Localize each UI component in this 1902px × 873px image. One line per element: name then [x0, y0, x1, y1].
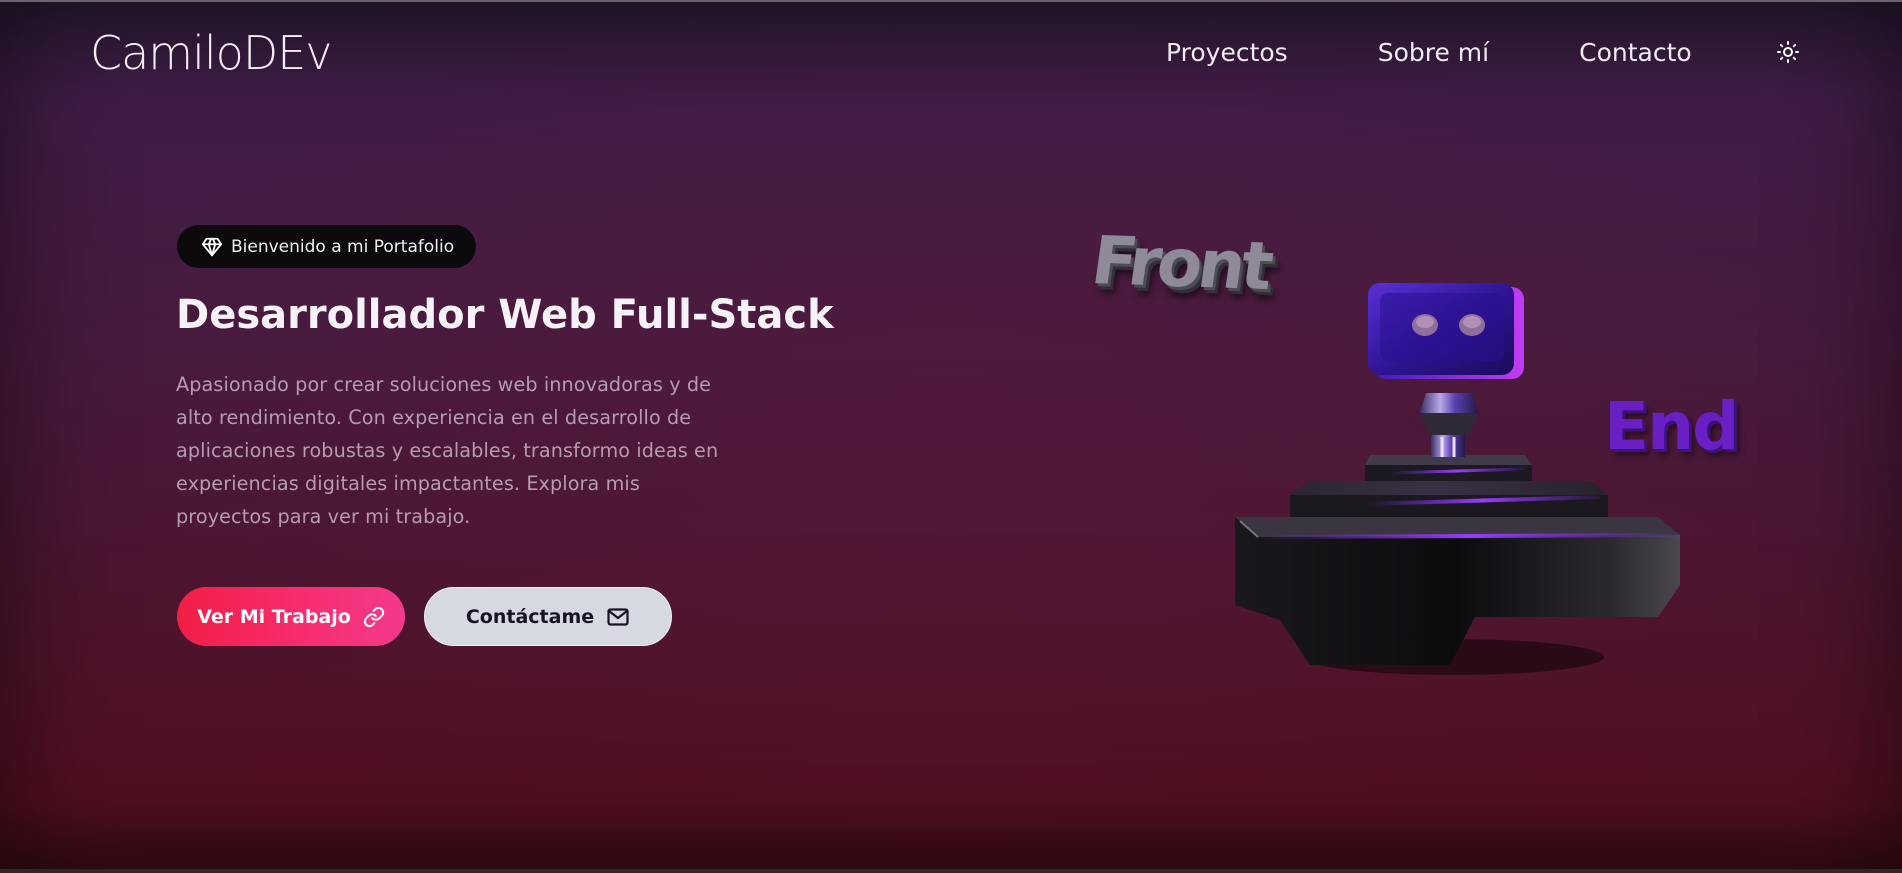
site-logo[interactable]: CamiloDEv: [90, 26, 333, 80]
main-nav: Proyectos Sobre mí Contacto: [1166, 38, 1692, 67]
window-bottom-border: [0, 869, 1902, 873]
page: CamiloDEv Proyectos Sobre mí Contacto Bi…: [0, 0, 1902, 873]
sun-icon: [1777, 41, 1799, 63]
link-icon: [363, 606, 384, 627]
view-work-button-label: Ver Mi Trabajo: [197, 605, 351, 628]
window-top-border: [0, 0, 1902, 2]
theme-toggle-button[interactable]: [1775, 39, 1801, 65]
hero-description: Apasionado por crear soluciones web inno…: [176, 373, 719, 528]
robot-joystick-illustration: [1235, 283, 1681, 675]
nav-link-sobre-mi[interactable]: Sobre mí: [1378, 38, 1489, 67]
contact-button[interactable]: Contáctame: [424, 587, 672, 646]
mail-icon: [607, 607, 629, 626]
view-work-button[interactable]: Ver Mi Trabajo: [177, 587, 405, 646]
contact-button-label: Contáctame: [465, 605, 595, 628]
hero-3d-scene[interactable]: Front End: [1080, 222, 1760, 685]
nav-link-proyectos[interactable]: Proyectos: [1166, 38, 1288, 67]
welcome-badge-label: Bienvenido a mi Portafolio: [231, 236, 455, 257]
gem-icon: [201, 236, 223, 258]
hero-title: Desarrollador Web Full-Stack: [176, 292, 834, 338]
nav-link-contacto[interactable]: Contacto: [1579, 38, 1692, 67]
welcome-badge: Bienvenido a mi Portafolio: [177, 225, 477, 268]
